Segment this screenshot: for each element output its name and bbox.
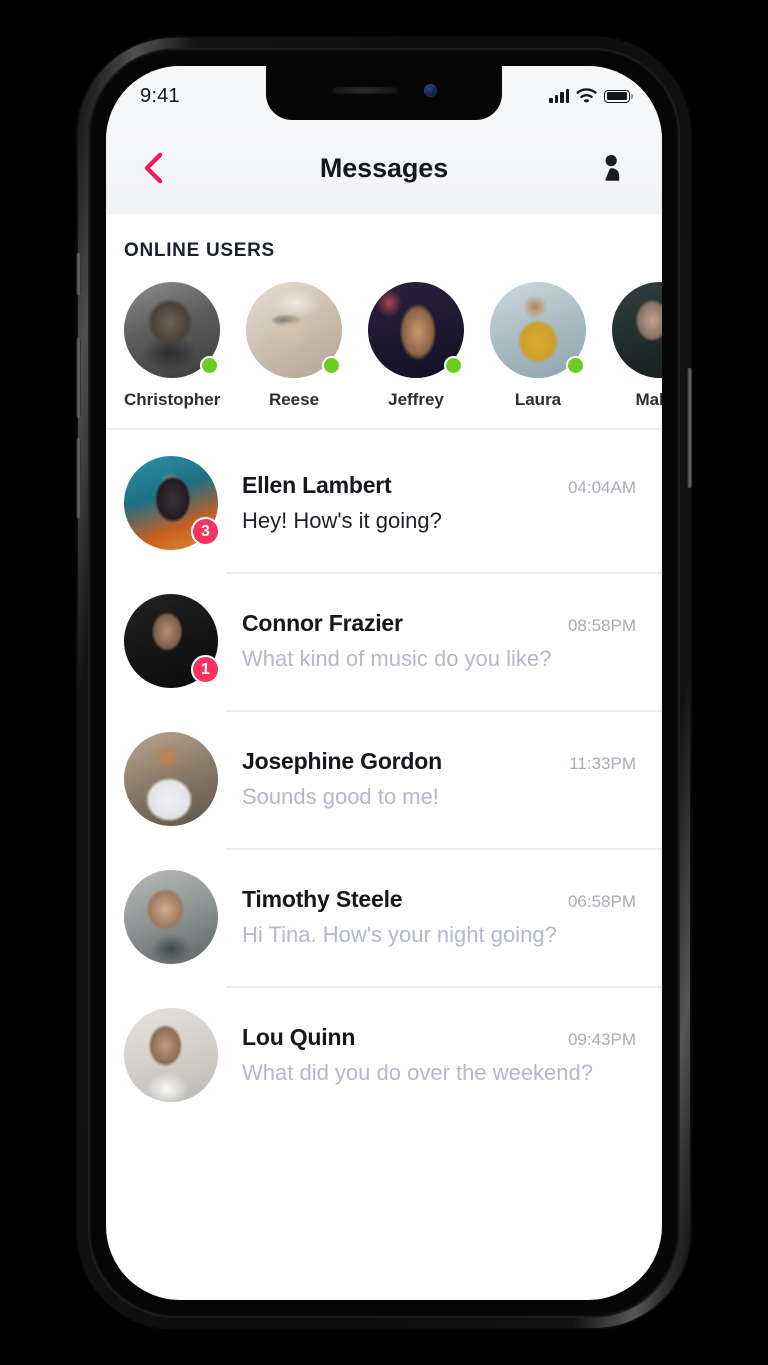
message-time: 06:58PM xyxy=(567,892,636,911)
avatar xyxy=(612,282,662,378)
message-row[interactable]: Timothy Steele 06:58PM Hi Tina. How's yo… xyxy=(106,848,662,986)
avatar-image xyxy=(124,870,218,964)
avatar-image xyxy=(124,1008,218,1102)
message-preview: What kind of music do you like? xyxy=(242,646,552,671)
avatar xyxy=(124,870,218,964)
message-content: Lou Quinn 09:43PM What did you do over t… xyxy=(218,1024,636,1086)
message-list: 3 Ellen Lambert 04:04AM Hey! How's it go… xyxy=(106,430,662,1124)
message-preview: Sounds good to me! xyxy=(242,784,439,809)
power-button[interactable] xyxy=(687,368,692,488)
message-header: Ellen Lambert 04:04AM xyxy=(242,472,636,499)
online-status-dot xyxy=(200,356,219,375)
online-user-item[interactable]: Reese xyxy=(246,282,342,410)
speaker-grille-icon xyxy=(331,86,398,94)
online-user-item[interactable]: Jeffrey xyxy=(368,282,464,410)
online-user-name: Reese xyxy=(268,390,320,409)
online-status-dot xyxy=(322,356,341,375)
contact-name: Connor Frazier xyxy=(242,610,403,636)
message-preview: Hi Tina. How's your night going? xyxy=(242,922,557,947)
profile-button[interactable] xyxy=(590,147,632,189)
battery-fill xyxy=(606,92,628,100)
message-header: Lou Quinn 09:43PM xyxy=(242,1024,636,1051)
avatar: 3 xyxy=(124,456,220,550)
online-users-list[interactable]: Christopher Reese Jeffrey Laura Mal xyxy=(106,282,662,410)
message-time: 04:04AM xyxy=(567,478,636,497)
battery-icon xyxy=(604,89,633,103)
avatar xyxy=(246,282,342,378)
message-content: Ellen Lambert 04:04AM Hey! How's it goin… xyxy=(218,472,636,534)
unread-badge: 3 xyxy=(191,517,220,546)
online-user-name: Jeffrey xyxy=(388,390,444,409)
message-time: 08:58PM xyxy=(567,616,636,635)
message-preview: Hey! How's it going? xyxy=(242,508,442,533)
avatar-image xyxy=(612,282,662,378)
person-icon xyxy=(605,155,620,181)
unread-badge: 1 xyxy=(191,655,220,684)
nav-header: Messages xyxy=(106,122,662,214)
message-header: Josephine Gordon 11:33PM xyxy=(242,748,636,775)
online-user-name: Laura xyxy=(514,390,562,409)
chevron-left-icon xyxy=(144,152,163,184)
contact-name: Ellen Lambert xyxy=(242,472,392,498)
online-users-section: ONLINE USERS Christopher Reese Jeffrey L… xyxy=(106,214,662,430)
contact-name: Timothy Steele xyxy=(242,886,403,912)
avatar: 1 xyxy=(124,594,220,688)
contact-name: Lou Quinn xyxy=(242,1024,356,1050)
status-time: 9:41 xyxy=(140,84,180,107)
message-content: Timothy Steele 06:58PM Hi Tina. How's yo… xyxy=(218,886,636,948)
phone-screen: 9:41 Messages ONLINE USERS Christopher R… xyxy=(106,66,662,1300)
online-user-item[interactable]: Laura xyxy=(490,282,586,410)
silent-switch-button[interactable] xyxy=(76,253,81,295)
app-viewport: 9:41 Messages ONLINE USERS Christopher R… xyxy=(106,66,662,1300)
avatar xyxy=(368,282,464,378)
message-time: 11:33PM xyxy=(569,754,636,773)
online-status-dot xyxy=(444,356,463,375)
message-row[interactable]: Josephine Gordon 11:33PM Sounds good to … xyxy=(106,710,662,848)
back-button[interactable] xyxy=(132,147,174,189)
avatar xyxy=(490,282,586,378)
message-row[interactable]: 3 Ellen Lambert 04:04AM Hey! How's it go… xyxy=(106,434,662,572)
online-users-title: ONLINE USERS xyxy=(124,240,275,261)
volume-up-button[interactable] xyxy=(76,338,81,418)
online-user-item[interactable]: Christopher xyxy=(124,282,220,410)
online-status-dot xyxy=(566,356,585,375)
avatar xyxy=(124,282,220,378)
device-notch xyxy=(266,66,502,120)
cellular-signal-icon xyxy=(549,89,569,103)
phone-device-frame: 9:41 Messages ONLINE USERS Christopher R… xyxy=(76,38,692,1328)
status-indicators xyxy=(549,88,633,104)
message-header: Connor Frazier 08:58PM xyxy=(242,610,636,637)
front-camera-icon xyxy=(423,83,437,97)
online-user-item[interactable]: Maldo xyxy=(612,282,662,410)
message-time: 09:43PM xyxy=(567,1030,636,1049)
message-content: Connor Frazier 08:58PM What kind of musi… xyxy=(218,610,636,672)
avatar xyxy=(124,732,218,826)
page-title: Messages xyxy=(319,152,449,183)
volume-down-button[interactable] xyxy=(76,438,81,518)
message-row[interactable]: Lou Quinn 09:43PM What did you do over t… xyxy=(106,986,662,1124)
message-content: Josephine Gordon 11:33PM Sounds good to … xyxy=(218,748,636,810)
message-preview: What did you do over the weekend? xyxy=(242,1060,594,1085)
message-header: Timothy Steele 06:58PM xyxy=(242,886,636,913)
online-user-name: Maldo xyxy=(635,390,662,409)
avatar-image xyxy=(124,732,218,826)
wifi-icon xyxy=(576,88,597,103)
contact-name: Josephine Gordon xyxy=(242,748,442,774)
message-row[interactable]: 1 Connor Frazier 08:58PM What kind of mu… xyxy=(106,572,662,710)
avatar xyxy=(124,1008,218,1102)
online-user-name: Christopher xyxy=(124,390,221,409)
